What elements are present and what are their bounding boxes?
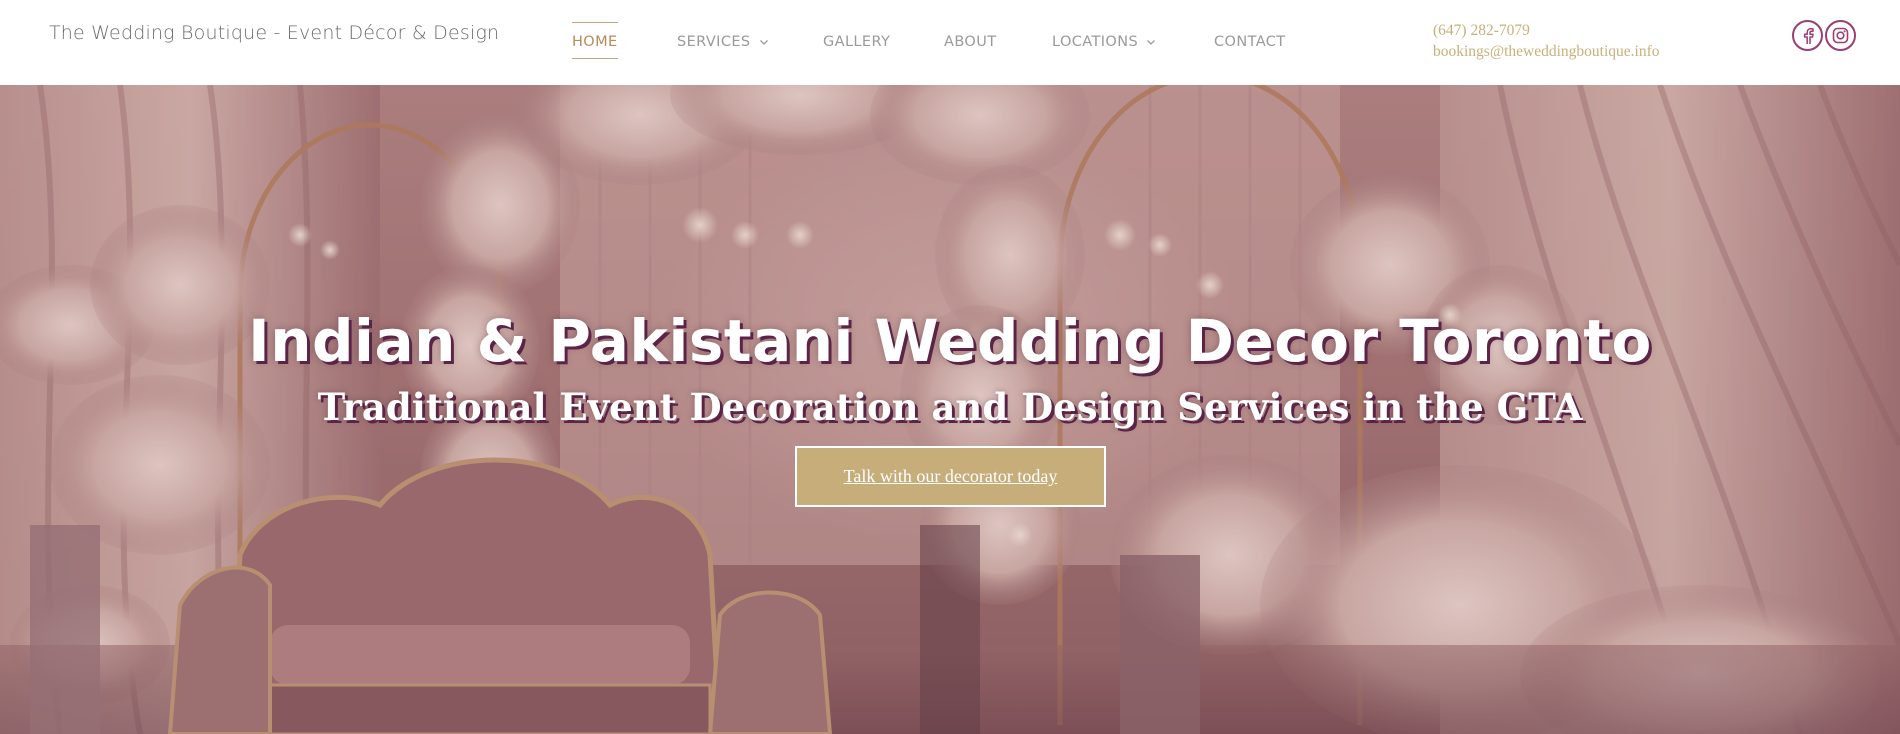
chevron-down-icon xyxy=(1147,38,1156,46)
nav-services-label: SERVICES xyxy=(677,34,751,50)
nav-locations[interactable]: LOCATIONS xyxy=(1052,28,1156,56)
nav-home[interactable]: HOME xyxy=(572,22,618,59)
site-header: The Wedding Boutique - Event Décor & Des… xyxy=(0,0,1900,85)
nav-services[interactable]: SERVICES xyxy=(677,28,768,56)
facebook-icon xyxy=(1801,27,1815,45)
nav-gallery[interactable]: GALLERY xyxy=(823,28,890,56)
nav-contact[interactable]: CONTACT xyxy=(1214,28,1286,56)
nav-home-label: HOME xyxy=(572,34,618,50)
nav-about[interactable]: ABOUT xyxy=(944,28,997,56)
nav-gallery-label: GALLERY xyxy=(823,34,891,50)
instagram-link[interactable] xyxy=(1825,20,1856,51)
chevron-down-icon xyxy=(759,38,768,46)
hero-subtitle: Traditional Event Decoration and Design … xyxy=(317,385,1583,429)
talk-with-decorator-button[interactable]: Talk with our decorator today xyxy=(795,446,1106,507)
facebook-link[interactable] xyxy=(1792,20,1823,51)
header-contact: (647) 282-7079 bookings@theweddingboutiq… xyxy=(1433,20,1660,62)
instagram-icon xyxy=(1832,27,1849,44)
hero-title: Indian & Pakistani Wedding Decor Toronto xyxy=(248,307,1652,375)
nav-contact-label: CONTACT xyxy=(1214,34,1286,50)
phone-link[interactable]: (647) 282-7079 xyxy=(1433,20,1660,41)
nav-about-label: ABOUT xyxy=(944,34,997,50)
nav-locations-label: LOCATIONS xyxy=(1052,34,1139,50)
hero-section: Indian & Pakistani Wedding Decor Toronto… xyxy=(0,85,1900,734)
email-link[interactable]: bookings@theweddingboutique.info xyxy=(1433,41,1660,62)
